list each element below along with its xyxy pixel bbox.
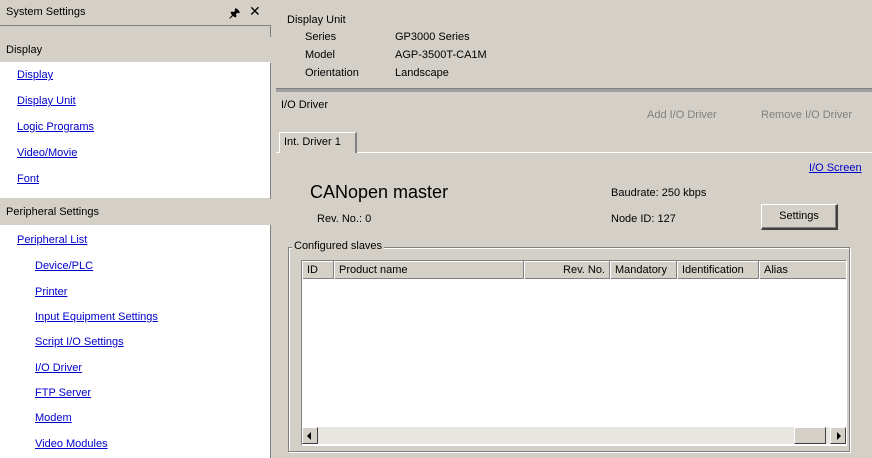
model-label: Model: [305, 49, 335, 61]
scroll-thumb[interactable]: [794, 427, 826, 444]
arrow-right-icon: [837, 432, 841, 440]
link-video-modules[interactable]: Video Modules: [35, 438, 108, 450]
column-header-id[interactable]: ID: [302, 261, 334, 279]
node-id-text: Node ID: 127: [611, 213, 676, 225]
arrow-left-icon: [307, 432, 311, 440]
settings-button[interactable]: Settings: [761, 204, 838, 230]
close-icon[interactable]: ✕: [249, 3, 261, 20]
display-unit-title: Display Unit: [287, 14, 346, 26]
io-screen-link[interactable]: I/O Screen: [809, 162, 862, 174]
column-header-product-name[interactable]: Product name: [334, 261, 524, 279]
peripheral-section-header[interactable]: Peripheral Settings: [0, 199, 271, 225]
display-unit-info: Display Unit Series GP3000 Series Model …: [276, 10, 872, 90]
remove-io-driver-button[interactable]: Remove I/O Driver: [761, 109, 852, 121]
link-modem[interactable]: Modem: [35, 412, 72, 424]
list-header: ID Product name Rev. No. Mandatory Ident…: [302, 261, 846, 279]
link-script-io-settings[interactable]: Script I/O Settings: [35, 336, 124, 348]
column-header-alias[interactable]: Alias: [759, 261, 846, 279]
orientation-value: Landscape: [395, 67, 449, 79]
column-header-rev-no[interactable]: Rev. No.: [524, 261, 610, 279]
link-input-equipment-settings[interactable]: Input Equipment Settings: [35, 311, 158, 323]
link-display-unit[interactable]: Display Unit: [17, 95, 76, 107]
series-label: Series: [305, 31, 337, 43]
link-video-movie[interactable]: Video/Movie: [17, 147, 77, 159]
display-section-body: Display Display Unit Logic Programs Vide…: [0, 62, 270, 198]
link-printer[interactable]: Printer: [35, 286, 67, 298]
scroll-left-button[interactable]: [302, 427, 318, 444]
canopen-master-title: CANopen master: [310, 182, 449, 202]
orientation-label: Orientation: [305, 67, 359, 79]
io-driver-panel: I/O Driver Add I/O Driver Remove I/O Dri…: [276, 92, 872, 458]
scroll-right-button[interactable]: [830, 427, 846, 444]
peripheral-section-body: Peripheral List Device/PLC Printer Input…: [0, 225, 270, 458]
link-display[interactable]: Display: [17, 69, 53, 81]
column-header-mandatory[interactable]: Mandatory: [610, 261, 677, 279]
link-peripheral-list[interactable]: Peripheral List: [17, 234, 87, 246]
add-io-driver-button[interactable]: Add I/O Driver: [647, 109, 717, 121]
system-settings-header: System Settings 🖈 ✕: [0, 0, 271, 26]
baudrate-text: Baudrate: 250 kbps: [611, 187, 707, 199]
configured-slaves-legend: Configured slaves: [292, 240, 385, 252]
column-header-identification[interactable]: Identification: [677, 261, 759, 279]
tab-int-driver-1[interactable]: Int. Driver 1: [279, 132, 357, 153]
tab-content: I/O Screen CANopen master Baudrate: 250 …: [276, 153, 872, 458]
link-logic-programs[interactable]: Logic Programs: [17, 121, 94, 133]
system-settings-panel: System Settings 🖈 ✕ Display Display Disp…: [0, 0, 271, 458]
link-io-driver[interactable]: I/O Driver: [35, 362, 82, 374]
series-value: GP3000 Series: [395, 31, 470, 43]
slaves-list[interactable]: ID Product name Rev. No. Mandatory Ident…: [301, 260, 847, 446]
horizontal-scrollbar[interactable]: [302, 427, 846, 444]
link-device-plc[interactable]: Device/PLC: [35, 260, 93, 272]
model-value: AGP-3500T-CA1M: [395, 49, 487, 61]
settings-content-panel: Display Unit Series GP3000 Series Model …: [276, 0, 872, 458]
display-section-header[interactable]: Display: [0, 37, 271, 63]
link-ftp-server[interactable]: FTP Server: [35, 387, 91, 399]
rev-no-text: Rev. No.: 0: [317, 213, 372, 225]
pin-icon[interactable]: 🖈: [229, 4, 240, 25]
panel-title: System Settings: [6, 6, 86, 18]
configured-slaves-group: Configured slaves ID Product name Rev. N…: [288, 240, 850, 452]
io-driver-label: I/O Driver: [281, 99, 329, 111]
link-font[interactable]: Font: [17, 173, 39, 185]
